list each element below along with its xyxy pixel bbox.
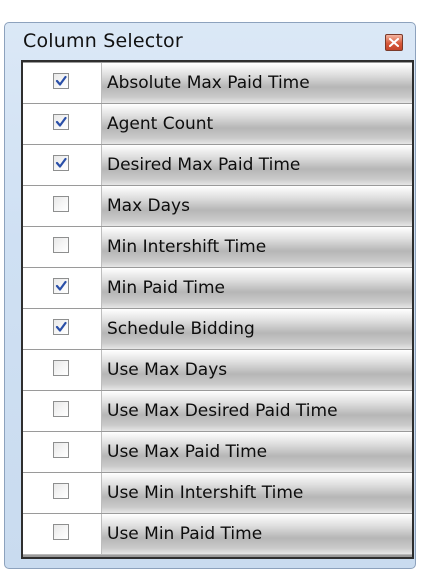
- title-bar[interactable]: Column Selector: [5, 23, 415, 60]
- column-row-use-min-intershift-time[interactable]: Use Min Intershift Time: [23, 472, 412, 513]
- check-mark-icon: [55, 280, 67, 291]
- label-cell: Absolute Max Paid Time: [102, 63, 412, 103]
- column-label: Use Max Paid Time: [107, 442, 268, 462]
- checkbox-cell: [23, 473, 102, 513]
- column-label: Absolute Max Paid Time: [107, 73, 310, 93]
- column-label: Min Intershift Time: [107, 237, 267, 257]
- checkbox-cell: [23, 186, 102, 226]
- label-cell: Use Min Paid Time: [102, 514, 412, 554]
- column-checkbox-use-min-paid-time[interactable]: [53, 524, 69, 540]
- column-label: Agent Count: [107, 114, 214, 134]
- check-mark-icon: [55, 157, 67, 168]
- check-mark-icon: [55, 321, 67, 332]
- column-label: Use Min Intershift Time: [107, 483, 304, 503]
- column-row-schedule-bidding[interactable]: Schedule Bidding: [23, 308, 412, 349]
- column-checkbox-max-days[interactable]: [53, 196, 69, 212]
- column-label: Max Days: [107, 196, 190, 216]
- close-button[interactable]: [385, 34, 403, 51]
- column-row-absolute-max-paid-time[interactable]: Absolute Max Paid Time: [23, 62, 412, 103]
- column-row-max-days[interactable]: Max Days: [23, 185, 412, 226]
- column-label: Desired Max Paid Time: [107, 155, 301, 175]
- checkbox-cell: [23, 145, 102, 185]
- label-cell: Use Max Paid Time: [102, 432, 412, 472]
- label-cell: Max Days: [102, 186, 412, 226]
- column-row-desired-max-paid-time[interactable]: Desired Max Paid Time: [23, 144, 412, 185]
- label-cell: Min Paid Time: [102, 268, 412, 308]
- label-cell: Desired Max Paid Time: [102, 145, 412, 185]
- label-cell: Schedule Bidding: [102, 309, 412, 349]
- column-checkbox-use-max-paid-time[interactable]: [53, 442, 69, 458]
- checkbox-cell: [23, 268, 102, 308]
- label-cell: Min Intershift Time: [102, 227, 412, 267]
- check-mark-icon: [55, 116, 67, 127]
- column-list: Absolute Max Paid Time Agent Count Desired…: [21, 60, 414, 559]
- label-cell: Use Max Days: [102, 350, 412, 390]
- checkbox-cell: [23, 432, 102, 472]
- label-cell: Agent Count: [102, 104, 412, 144]
- checkbox-cell: [23, 63, 102, 103]
- column-checkbox-desired-max-paid-time[interactable]: [53, 155, 69, 171]
- column-row-min-intershift-time[interactable]: Min Intershift Time: [23, 226, 412, 267]
- close-icon: [389, 38, 399, 47]
- label-cell: Use Min Intershift Time: [102, 473, 412, 513]
- check-mark-icon: [55, 75, 67, 86]
- column-label: Min Paid Time: [107, 278, 225, 298]
- column-label: Schedule Bidding: [107, 319, 255, 339]
- column-checkbox-min-paid-time[interactable]: [53, 278, 69, 294]
- column-label: Use Min Paid Time: [107, 524, 263, 544]
- checkbox-cell: [23, 227, 102, 267]
- window-title: Column Selector: [23, 30, 183, 52]
- column-row-agent-count[interactable]: Agent Count: [23, 103, 412, 144]
- column-label: Use Max Days: [107, 360, 228, 380]
- column-checkbox-agent-count[interactable]: [53, 114, 69, 130]
- column-label: Use Max Desired Paid Time: [107, 401, 338, 421]
- column-row-use-min-paid-time[interactable]: Use Min Paid Time: [23, 513, 412, 554]
- column-row-min-paid-time[interactable]: Min Paid Time: [23, 267, 412, 308]
- label-cell: Use Max Desired Paid Time: [102, 391, 412, 431]
- checkbox-cell: [23, 350, 102, 390]
- list-bottom-edge: [23, 555, 412, 557]
- column-checkbox-schedule-bidding[interactable]: [53, 319, 69, 335]
- checkbox-cell: [23, 514, 102, 554]
- column-checkbox-absolute-max-paid-time[interactable]: [53, 73, 69, 89]
- checkbox-cell: [23, 309, 102, 349]
- column-row-use-max-days[interactable]: Use Max Days: [23, 349, 412, 390]
- column-checkbox-use-min-intershift-time[interactable]: [53, 483, 69, 499]
- column-checkbox-use-max-desired-paid-time[interactable]: [53, 401, 69, 417]
- checkbox-cell: [23, 391, 102, 431]
- column-checkbox-min-intershift-time[interactable]: [53, 237, 69, 253]
- checkbox-cell: [23, 104, 102, 144]
- column-row-use-max-paid-time[interactable]: Use Max Paid Time: [23, 431, 412, 472]
- column-selector-window: Column Selector Absolute Max Paid Time Ag…: [4, 22, 416, 569]
- column-row-use-max-desired-paid-time[interactable]: Use Max Desired Paid Time: [23, 390, 412, 431]
- column-checkbox-use-max-days[interactable]: [53, 360, 69, 376]
